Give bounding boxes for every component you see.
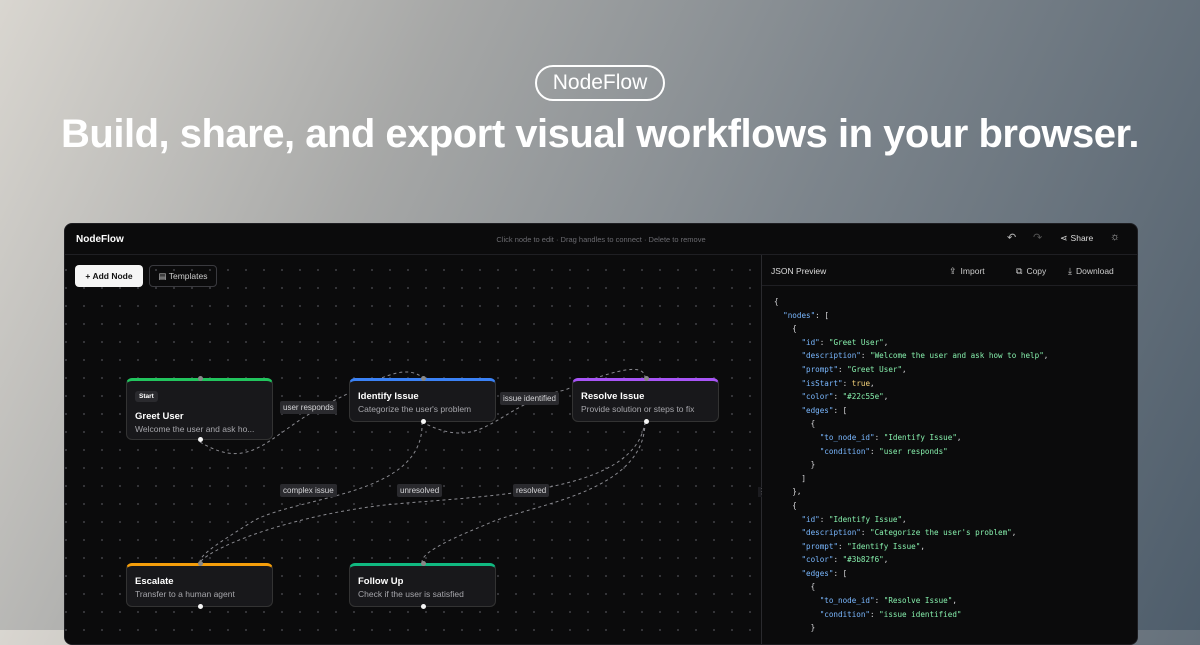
app-window: NodeFlow Click node to edit · Drag handl…: [64, 223, 1138, 645]
node-description: Transfer to a human agent: [135, 589, 235, 599]
node-input-handle[interactable]: [421, 561, 426, 566]
edge-label[interactable]: unresolved: [397, 484, 443, 497]
edge-label[interactable]: complex issue: [280, 484, 337, 497]
node-input-handle[interactable]: [644, 376, 649, 381]
workflow-canvas[interactable]: + Add Node ▤ Templates Start Greet User …: [65, 255, 761, 644]
copy-button[interactable]: ⧉ Copy: [1016, 266, 1046, 277]
import-button[interactable]: ⇪ Import: [949, 266, 985, 277]
node-description: Provide solution or steps to fix: [581, 404, 695, 414]
download-label: Download: [1075, 266, 1114, 276]
node-escalate[interactable]: Escalate Transfer to a human agent: [126, 561, 273, 609]
node-input-handle[interactable]: [198, 561, 203, 566]
json-preview-panel: JSON Preview ⇪ Import ⧉ Copy ⤓ Download { "…: [762, 255, 1137, 644]
node-output-handle[interactable]: [421, 419, 426, 424]
redo-icon[interactable]: ↷: [1033, 231, 1042, 244]
hero-headline: Build, share, and export visual workflow…: [61, 112, 1139, 156]
start-badge: Start: [135, 391, 158, 402]
node-input-handle[interactable]: [421, 376, 426, 381]
node-title: Identify Issue: [358, 391, 419, 402]
canvas-hint: Click node to edit · Drag handles to con…: [496, 235, 706, 244]
node-output-handle[interactable]: [198, 604, 203, 609]
edge-label[interactable]: resolved: [513, 484, 550, 497]
node-output-handle[interactable]: [198, 437, 203, 442]
share-label: Share: [1070, 233, 1094, 243]
templates-button[interactable]: ▤ Templates: [149, 265, 217, 287]
node-description: Welcome the user and ask ho...: [135, 424, 255, 434]
panel-header: JSON Preview ⇪ Import ⧉ Copy ⤓ Download: [762, 255, 1137, 286]
node-description: Check if the user is satisfied: [358, 589, 464, 599]
node-output-handle[interactable]: [421, 604, 426, 609]
add-node-label: Add Node: [92, 271, 133, 281]
edge-label[interactable]: issue identified: [500, 392, 559, 405]
import-label: Import: [960, 266, 985, 276]
add-node-button[interactable]: + Add Node: [75, 265, 143, 287]
theme-toggle-icon[interactable]: ☼: [1110, 231, 1120, 243]
node-title: Resolve Issue: [581, 391, 645, 402]
node-output-handle[interactable]: [644, 419, 649, 424]
top-bar: NodeFlow Click node to edit · Drag handl…: [65, 224, 1137, 255]
copy-label: Copy: [1026, 266, 1047, 276]
share-button[interactable]: ⋖ Share: [1060, 233, 1093, 244]
edge-label[interactable]: user responds: [280, 401, 337, 414]
node-title: Follow Up: [358, 576, 404, 587]
node-title: Greet User: [135, 411, 184, 422]
copy-icon: ⧉: [1016, 266, 1023, 276]
undo-icon[interactable]: ↶: [1007, 231, 1016, 244]
node-description: Categorize the user's problem: [358, 404, 472, 414]
templates-icon: ▤: [158, 271, 169, 281]
upload-icon: ⇪: [949, 266, 957, 276]
brand-pill: NodeFlow: [535, 65, 665, 101]
download-icon: ⤓: [1068, 266, 1072, 276]
templates-label: Templates: [168, 271, 208, 281]
node-greet-user[interactable]: Start Greet User Welcome the user and as…: [126, 376, 273, 442]
share-icon: ⋖: [1060, 233, 1068, 243]
download-button[interactable]: ⤓ Download: [1068, 266, 1114, 277]
node-follow-up[interactable]: Follow Up Check if the user is satisfied: [349, 561, 496, 609]
node-title: Escalate: [135, 576, 174, 587]
panel-title: JSON Preview: [771, 266, 827, 276]
node-input-handle[interactable]: [198, 376, 203, 381]
node-identify-issue[interactable]: Identify Issue Categorize the user's pro…: [349, 376, 496, 424]
json-code[interactable]: { "nodes": [ { "id": "Greet User", "desc…: [774, 295, 1134, 635]
node-resolve-issue[interactable]: Resolve Issue Provide solution or steps …: [572, 376, 719, 424]
